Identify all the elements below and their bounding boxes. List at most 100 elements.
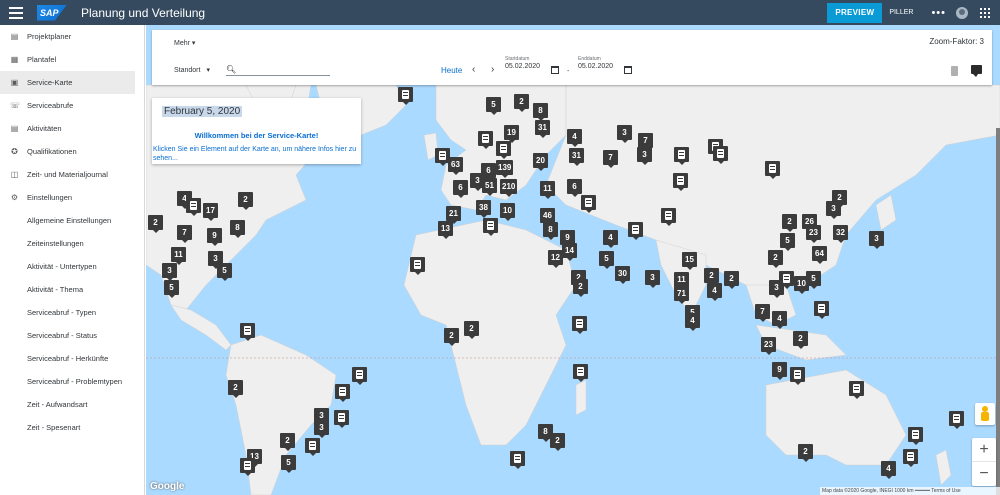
map-cluster-marker[interactable]: 2 <box>228 380 243 398</box>
previous-arrow-icon[interactable]: ‹ <box>472 64 475 75</box>
map-cluster-marker[interactable]: 2 <box>724 271 739 289</box>
map-cluster-marker[interactable]: 51 <box>482 178 497 196</box>
map-cluster-marker[interactable]: 2 <box>704 268 719 286</box>
map-building-marker-icon[interactable] <box>240 458 255 476</box>
map-cluster-marker[interactable]: 8 <box>533 103 548 121</box>
map-building-marker-icon[interactable] <box>305 438 320 456</box>
end-date-field[interactable]: Enddatum 05.02.2020 <box>578 56 613 70</box>
map-cluster-marker[interactable]: 2 <box>798 444 813 462</box>
map-building-marker-icon[interactable] <box>673 173 688 191</box>
map-cluster-marker[interactable]: 2 <box>793 331 808 349</box>
sidebar-item-6[interactable]: ◫ Zeit- und Materialjournal <box>0 163 144 186</box>
map-cluster-marker[interactable]: 2 <box>464 321 479 339</box>
map-cluster-marker[interactable]: 7 <box>177 225 192 243</box>
map-cluster-marker[interactable]: 13 <box>438 221 453 239</box>
map-cluster-marker[interactable]: 4 <box>772 311 787 329</box>
map-cluster-marker[interactable]: 10 <box>500 203 515 221</box>
street-view-pegman-icon[interactable] <box>975 403 995 425</box>
map-cluster-marker[interactable]: 63 <box>448 157 463 175</box>
map-cluster-marker[interactable]: 32 <box>833 225 848 243</box>
map-cluster-marker[interactable]: 8 <box>543 222 558 240</box>
map-cluster-marker[interactable]: 5 <box>164 280 179 298</box>
map-cluster-marker[interactable]: 2 <box>768 250 783 268</box>
map-building-marker-icon[interactable] <box>335 384 350 402</box>
map-cluster-marker[interactable]: 30 <box>615 266 630 284</box>
more-options-icon[interactable]: ••• <box>931 7 946 19</box>
sidebar-item-4[interactable]: ▤ Aktivitäten <box>0 117 144 140</box>
map-cluster-marker[interactable]: 6 <box>567 179 582 197</box>
map-building-marker-icon[interactable] <box>903 449 918 467</box>
map-building-marker-icon[interactable] <box>581 195 596 213</box>
map-cluster-marker[interactable]: 2 <box>550 433 565 451</box>
map-cluster-marker[interactable]: 4 <box>567 129 582 147</box>
map-building-marker-icon[interactable] <box>186 198 201 216</box>
map-building-marker-icon[interactable] <box>410 257 425 275</box>
sidebar-item-0[interactable]: ▤ Projektplaner <box>0 25 144 48</box>
map-building-marker-icon[interactable] <box>240 323 255 341</box>
user-name[interactable]: PILLER <box>889 9 913 16</box>
calendar-icon[interactable] <box>624 66 632 74</box>
map-cluster-marker[interactable]: 5 <box>281 455 296 473</box>
map-cluster-marker[interactable]: 12 <box>548 250 563 268</box>
map-cluster-marker[interactable]: 2 <box>148 215 163 233</box>
map-building-marker-icon[interactable] <box>674 147 689 165</box>
map-cluster-marker[interactable]: 46 <box>540 208 555 226</box>
sidebar-item-7[interactable]: ⚙ Einstellungen <box>0 186 144 209</box>
map-cluster-marker[interactable]: 11 <box>674 272 689 290</box>
map-cluster-marker[interactable]: 7 <box>603 150 618 168</box>
map-cluster-marker[interactable]: 6 <box>453 180 468 198</box>
map-cluster-marker[interactable]: 23 <box>806 225 821 243</box>
map-cluster-marker[interactable]: 2 <box>280 433 295 451</box>
map-building-marker-icon[interactable] <box>628 222 643 240</box>
map-building-marker-icon[interactable] <box>765 161 780 179</box>
mehr-menu[interactable]: Mehr ▾ <box>174 39 195 47</box>
map-cluster-marker[interactable]: 4 <box>685 313 700 331</box>
start-date-field[interactable]: Startdatum 05.02.2020 <box>505 56 540 70</box>
sidebar-subitem-5[interactable]: Serviceabruf - Status <box>0 324 144 347</box>
map-building-marker-icon[interactable] <box>478 131 493 149</box>
app-grid-icon[interactable] <box>980 7 990 18</box>
map-building-marker-icon[interactable] <box>398 87 413 105</box>
map-cluster-marker[interactable]: 3 <box>617 125 632 143</box>
map-cluster-marker[interactable]: 15 <box>682 252 697 270</box>
map-cluster-marker[interactable]: 139 <box>496 160 514 178</box>
sidebar-subitem-0[interactable]: Allgemeine Einstellungen <box>0 209 144 232</box>
map-cluster-marker[interactable]: 2 <box>444 328 459 346</box>
next-arrow-icon[interactable]: › <box>491 64 494 75</box>
map-building-marker-icon[interactable] <box>334 410 349 428</box>
map-cluster-marker[interactable]: 71 <box>674 286 689 304</box>
zoom-out-button[interactable]: − <box>972 462 996 486</box>
map-building-marker-icon[interactable] <box>510 451 525 469</box>
map-building-marker-icon[interactable] <box>908 427 923 445</box>
search-field[interactable]: 🔍︎ <box>226 63 330 76</box>
zoom-in-button[interactable]: + <box>972 438 996 462</box>
calendar-icon[interactable] <box>551 66 559 74</box>
map-building-marker-icon[interactable] <box>661 208 676 226</box>
map-cluster-marker[interactable]: 3 <box>869 231 884 249</box>
map-cluster-marker[interactable]: 14 <box>562 243 577 261</box>
map-cluster-marker[interactable]: 8 <box>230 220 245 238</box>
map-building-marker-icon[interactable] <box>483 218 498 236</box>
map-cluster-marker[interactable]: 9 <box>772 362 787 380</box>
avatar[interactable] <box>956 6 968 19</box>
building-icon[interactable] <box>951 66 958 76</box>
sidebar-subitem-1[interactable]: Zeiteinstellungen <box>0 232 144 255</box>
map-cluster-marker[interactable]: 210 <box>500 179 518 197</box>
map-building-marker-icon[interactable] <box>573 364 588 382</box>
sidebar-subitem-9[interactable]: Zeit - Spesenart <box>0 416 144 439</box>
sidebar-item-5[interactable]: ✪ Qualifikationen <box>0 140 144 163</box>
map-cluster-marker[interactable]: 5 <box>217 263 232 281</box>
sidebar-subitem-3[interactable]: Aktivität - Thema <box>0 278 144 301</box>
sidebar-item-3[interactable]: ☏ Serviceabrufe <box>0 94 144 117</box>
map-cluster-marker[interactable]: 20 <box>533 153 548 171</box>
map-cluster-marker[interactable]: 2 <box>832 190 847 208</box>
sidebar-subitem-8[interactable]: Zeit - Aufwandsart <box>0 393 144 416</box>
sidebar-item-1[interactable]: ▦ Plantafel <box>0 48 144 71</box>
sidebar-subitem-2[interactable]: Aktivität - Untertypen <box>0 255 144 278</box>
sidebar-subitem-6[interactable]: Serviceabruf - Herkünfte <box>0 347 144 370</box>
sidebar-item-2[interactable]: ▣ Service-Karte <box>0 71 135 94</box>
map-building-marker-icon[interactable] <box>496 141 511 159</box>
map-cluster-marker[interactable]: 3 <box>645 270 660 288</box>
map-cluster-marker[interactable]: 5 <box>780 233 795 251</box>
map-cluster-marker[interactable]: 7 <box>638 133 653 151</box>
